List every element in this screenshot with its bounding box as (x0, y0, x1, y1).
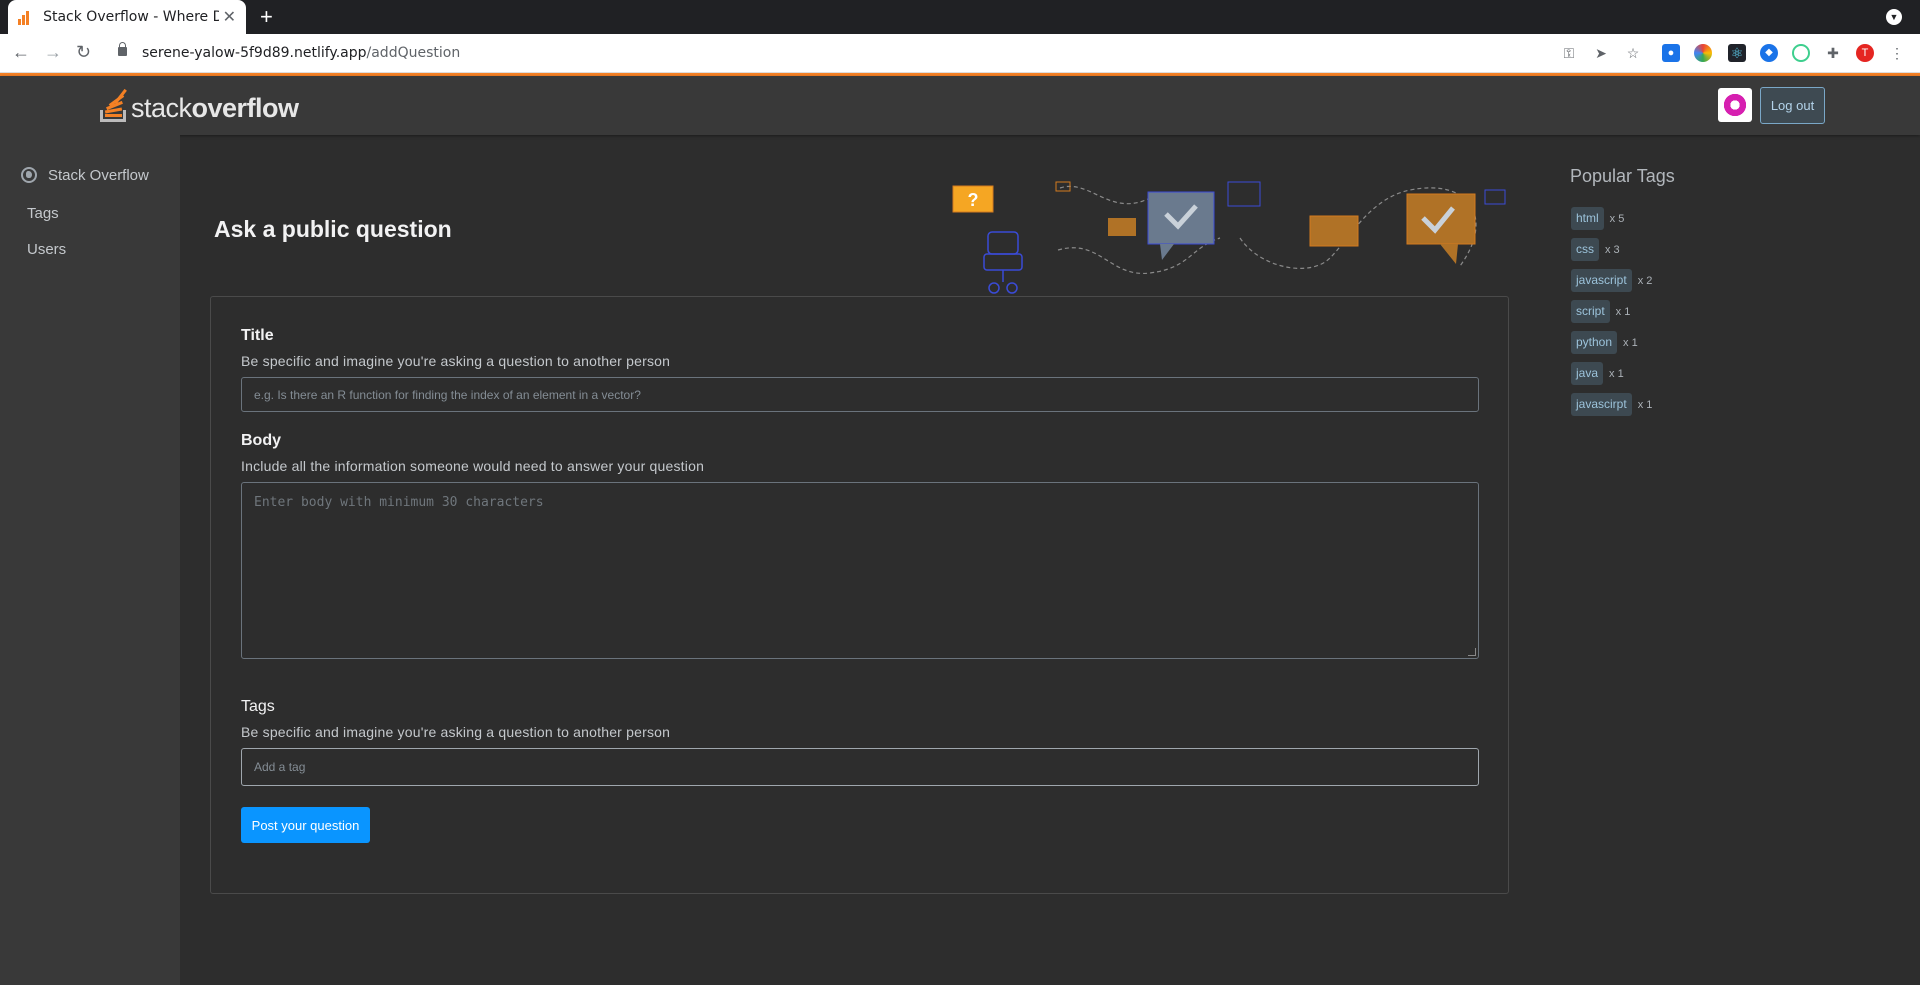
tag-chip[interactable]: javascirpt (1571, 393, 1632, 416)
key-icon[interactable]: ⚿ (1560, 44, 1578, 62)
react-devtools-icon[interactable]: ⚛ (1728, 44, 1746, 62)
post-question-button[interactable]: Post your question (241, 807, 370, 843)
title-input[interactable]: e.g. Is there an R function for finding … (241, 377, 1479, 412)
bookmark-star-icon[interactable]: ☆ (1624, 44, 1642, 62)
sidebar-item-tags[interactable]: Tags (27, 205, 59, 222)
avatar-identicon-icon (1722, 92, 1748, 118)
body-help-text: Include all the information someone woul… (241, 458, 705, 474)
ask-question-illustration: ? (952, 181, 1506, 294)
popular-tag-row: script x 1 (1571, 296, 1652, 327)
browser-menu-icon[interactable]: ⋮ (1888, 44, 1906, 62)
stackoverflow-logo[interactable]: stackoverflow (99, 85, 299, 123)
popular-tag-row: javascript x 2 (1571, 265, 1652, 296)
popular-tag-row: css x 3 (1571, 234, 1652, 265)
green-extension-icon[interactable] (1792, 44, 1810, 62)
popular-tag-row: java x 1 (1571, 358, 1652, 389)
popular-tag-row: python x 1 (1571, 327, 1652, 358)
forward-icon[interactable]: → (44, 42, 62, 63)
tag-chip[interactable]: java (1571, 362, 1604, 385)
address-bar: ← → ↻ serene-yalow-5f9d89.netlify.app/ad… (0, 34, 1920, 73)
popular-tag-row: javascirpt x 1 (1571, 389, 1652, 420)
tags-input[interactable]: Add a tag (241, 748, 1479, 786)
tags-label: Tags (241, 698, 275, 715)
reload-icon[interactable]: ↻ (76, 42, 91, 63)
tag-count: x 1 (1615, 305, 1631, 318)
logo-text: stackoverflow (131, 93, 299, 123)
body-placeholder: Enter body with minimum 30 characters (254, 495, 544, 510)
body-textarea[interactable]: Enter body with minimum 30 characters (241, 482, 1479, 659)
blue-extension-icon[interactable]: ◆ (1760, 44, 1778, 62)
url-field[interactable]: serene-yalow-5f9d89.netlify.app/addQuest… (142, 45, 460, 61)
tag-chip[interactable]: html (1571, 207, 1604, 230)
title-help-text: Be specific and imagine you're asking a … (241, 353, 671, 369)
stackoverflow-logo-icon (99, 85, 129, 123)
site-header: stackoverflow Log out (0, 76, 1920, 135)
tag-chip[interactable]: python (1571, 331, 1618, 354)
extensions-puzzle-icon[interactable]: ✚ (1824, 44, 1842, 62)
stackoverflow-favicon-icon (18, 9, 33, 25)
tag-chip[interactable]: script (1571, 300, 1610, 323)
tag-count: x 1 (1609, 367, 1624, 380)
tag-count: x 1 (1637, 398, 1653, 411)
tag-count: x 3 (1605, 243, 1620, 256)
url-path: /addQuestion (366, 45, 461, 61)
left-sidebar (0, 135, 180, 985)
popular-tags-title: Popular Tags (1570, 166, 1675, 186)
title-label: Title (241, 327, 274, 344)
droplet-extension-icon[interactable]: ● (1662, 44, 1680, 62)
back-icon[interactable]: ← (12, 42, 30, 63)
body-label: Body (241, 432, 281, 449)
logout-button[interactable]: Log out (1760, 87, 1825, 124)
browser-tab-bar: Stack Overflow - Where D ✕ + ▼ (0, 0, 1920, 34)
tag-count: x 2 (1637, 274, 1653, 287)
tag-count: x 1 (1623, 336, 1638, 349)
user-avatar[interactable] (1718, 88, 1752, 122)
tab-close-icon[interactable]: ✕ (223, 7, 236, 27)
new-tab-button[interactable]: + (260, 4, 273, 30)
tag-chip[interactable]: javascript (1571, 269, 1632, 292)
popular-tag-row: html x 5 (1571, 203, 1652, 234)
resize-handle-icon[interactable] (1468, 648, 1476, 656)
tab-search-icon[interactable]: ▼ (1886, 9, 1902, 25)
lock-icon[interactable] (118, 42, 127, 56)
tab-title: Stack Overflow - Where D (43, 9, 219, 25)
sidebar-item-users[interactable]: Users (27, 241, 66, 258)
browser-tab[interactable]: Stack Overflow - Where D ✕ (8, 0, 246, 34)
question-form: Title Be specific and imagine you're ask… (210, 296, 1509, 894)
url-host: serene-yalow-5f9d89.netlify.app (142, 45, 367, 61)
send-icon[interactable]: ➤ (1592, 44, 1610, 62)
globe-icon (21, 167, 37, 183)
profile-avatar[interactable]: T (1856, 44, 1874, 62)
tags-help-text: Be specific and imagine you're asking a … (241, 724, 671, 740)
tag-chip[interactable]: css (1571, 238, 1599, 261)
color-extension-icon[interactable] (1694, 44, 1712, 62)
popular-tags-list: html x 5 css x 3 javascript x 2 script x 1 p… (1571, 203, 1652, 420)
sidebar-item-stack-overflow[interactable]: Stack Overflow (48, 167, 149, 184)
tag-count: x 5 (1609, 212, 1625, 225)
svg-text:?: ? (968, 190, 979, 210)
page-title: Ask a public question (214, 216, 452, 242)
